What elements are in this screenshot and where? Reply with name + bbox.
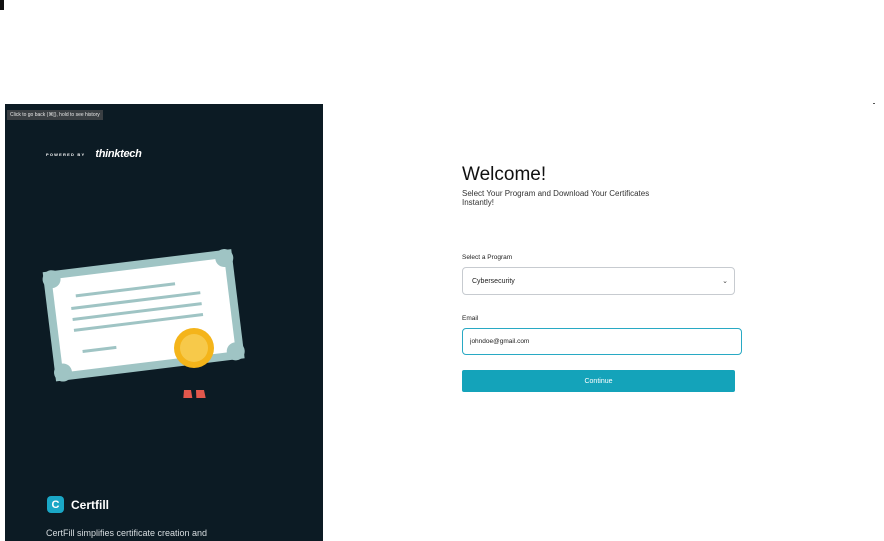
program-label: Select a Program (462, 254, 513, 261)
continue-button[interactable]: Continue (462, 370, 735, 392)
edge-mark (873, 103, 875, 104)
certfill-logo-icon: C (47, 496, 64, 513)
program-select[interactable]: Cybersecurity ⌄ (462, 267, 735, 295)
program-select-value: Cybersecurity (472, 277, 515, 285)
certificate-illustration-icon (41, 238, 251, 414)
powered-by: POWERED BY thinktech (46, 148, 142, 160)
page-title: Welcome! (462, 164, 547, 185)
brand-panel: Click to go back (⌘[), hold to see histo… (5, 104, 323, 541)
thinktech-logo: thinktech (95, 148, 142, 160)
powered-by-label: POWERED BY (46, 151, 86, 157)
email-label: Email (462, 315, 479, 322)
login-form: Welcome! Select Your Program and Downloa… (462, 164, 742, 392)
page-subtitle: Select Your Program and Download Your Ce… (462, 189, 650, 207)
certfill-brand: C Certfill (47, 496, 109, 513)
app-name: Certfill (71, 497, 110, 512)
tagline: CertFill simplifies certificate creation… (46, 528, 208, 538)
email-field[interactable] (462, 328, 742, 355)
window-edge-mark (0, 0, 4, 10)
chevron-down-icon: ⌄ (722, 278, 728, 285)
back-tooltip: Click to go back (⌘[), hold to see histo… (7, 110, 103, 120)
